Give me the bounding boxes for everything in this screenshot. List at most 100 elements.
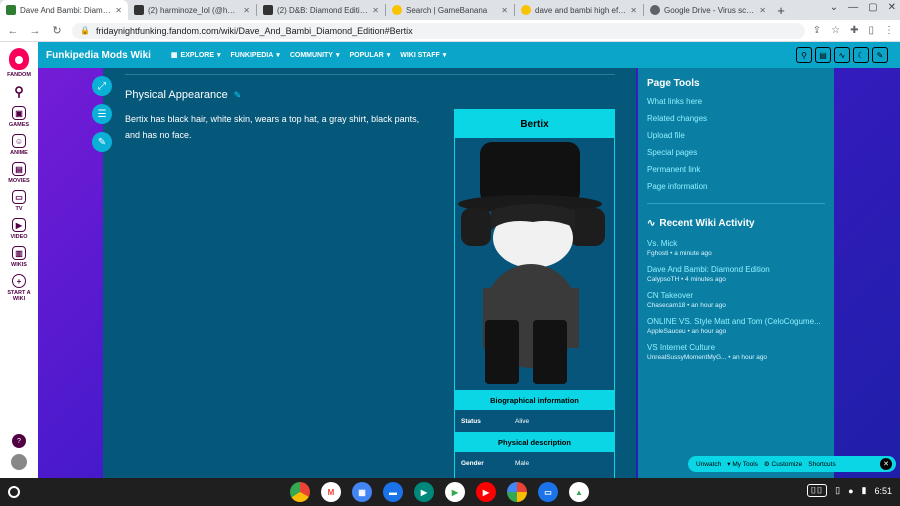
files-icon[interactable]: ▬ (383, 482, 403, 502)
drive-icon[interactable]: ▲ (569, 482, 589, 502)
edit-pencil-icon[interactable]: ✎ (872, 47, 888, 63)
link-upload-file[interactable]: Upload file (647, 131, 825, 140)
forward-arrow-icon[interactable]: → (28, 25, 42, 37)
fandom-home-link[interactable]: FANDOM (7, 48, 31, 78)
page-side-tools: ⤢ ☰ ✎ (92, 76, 112, 152)
new-tab-button[interactable]: + (772, 0, 790, 20)
infobox-key: Status (461, 417, 481, 425)
link-permanent-link[interactable]: Permanent link (647, 165, 825, 174)
gmail-icon[interactable]: M (321, 482, 341, 502)
wiki-search-icon[interactable]: ⚲ (796, 47, 812, 63)
menu-kebab-icon[interactable]: ⋮ (884, 25, 894, 36)
my-tools-label: My Tools (732, 461, 758, 468)
photos-icon[interactable] (507, 482, 527, 502)
close-tab-icon[interactable]: ✕ (630, 6, 637, 15)
activity-item[interactable]: ONLINE VS. Style Matt and Tom (CeloCogum… (647, 317, 825, 335)
youtube-icon[interactable]: ▶ (476, 482, 496, 502)
movies-icon: ▤ (12, 162, 26, 176)
lock-icon[interactable]: 🔒 (80, 26, 90, 35)
close-tab-icon[interactable]: ✕ (115, 6, 122, 15)
extensions-icon[interactable]: ✚ (850, 25, 858, 36)
tab-google-drive[interactable]: Google Drive - Virus scan w ✕ (644, 0, 772, 20)
chrome-icon[interactable] (290, 482, 310, 502)
rail-video[interactable]: ▶ VIDEO (10, 218, 28, 240)
character-image[interactable] (455, 138, 614, 390)
activity-title[interactable]: Vs. Mick (647, 239, 825, 248)
share-icon[interactable]: ⇪ (813, 25, 821, 36)
nav-popular[interactable]: POPULAR ▾ (350, 51, 391, 60)
side-panel-icon[interactable]: ▯ (868, 25, 874, 36)
article-paragraph: Bertix has black hair, white skin, wears… (125, 114, 420, 140)
rail-label: FANDOM (7, 72, 31, 78)
close-tab-icon[interactable]: ✕ (243, 6, 250, 15)
tab-gamebanana-search[interactable]: Search | GameBanana ✕ (386, 0, 514, 20)
rail-label: VIDEO (10, 234, 28, 240)
nav-explore[interactable]: ▦ EXPLORE ▾ (171, 51, 221, 60)
link-related-changes[interactable]: Related changes (647, 114, 825, 123)
unwatch-button[interactable]: Unwatch (696, 461, 721, 468)
tab-search-icon[interactable]: ⌄ (830, 2, 838, 13)
edit-section-icon[interactable]: ✎ (234, 90, 242, 101)
tab-dnb-diamond[interactable]: (2) D&B: Diamond Edition C ✕ (257, 0, 385, 20)
rail-anime[interactable]: ☺ ANIME (10, 134, 28, 156)
expand-icon[interactable]: ⤢ (92, 76, 112, 96)
close-tab-icon[interactable]: ✕ (501, 6, 508, 15)
rail-games[interactable]: ▣ GAMES (9, 106, 29, 128)
divider (125, 74, 615, 75)
discussions-icon[interactable]: ▤ (815, 47, 831, 63)
chevron-down-icon: ▾ (217, 52, 221, 59)
close-tab-icon[interactable]: ✕ (759, 6, 766, 15)
nav-funkipedia[interactable]: FUNKIPEDIA ▾ (231, 51, 280, 60)
phone-hub-icon[interactable]: ⌷▯ (806, 484, 828, 497)
rail-movies[interactable]: ▤ MOVIES (8, 162, 30, 184)
activity-item[interactable]: VS Internet Culture UnrealSussyMomentMyG… (647, 343, 825, 361)
link-what-links-here[interactable]: What links here (647, 97, 825, 106)
meet-icon[interactable]: ▶ (414, 482, 434, 502)
rail-tv[interactable]: ▭ TV (12, 190, 26, 212)
tab-dave-bambi-high-effort[interactable]: dave and bambi high effort ✕ (515, 0, 643, 20)
edit-icon[interactable]: ✎ (92, 132, 112, 152)
phone-icon[interactable]: ▯ (835, 485, 840, 496)
shortcuts-button[interactable]: Shortcuts (808, 461, 835, 468)
launcher-icon[interactable] (8, 486, 20, 498)
close-tab-icon[interactable]: ✕ (372, 6, 379, 15)
rail-start-wiki[interactable]: + START A WIKI (4, 274, 34, 302)
play-store-icon[interactable]: ▶ (445, 482, 465, 502)
tab-dave-and-bambi[interactable]: Dave And Bambi: Diamond ✕ (0, 0, 128, 20)
activity-item[interactable]: Vs. Mick Fghosti • a minute ago (647, 239, 825, 257)
tab-harminoze[interactable]: (2) harminoze_lol (@harmin ✕ (128, 0, 256, 20)
maximize-icon[interactable]: ▢ (868, 2, 877, 13)
activity-title[interactable]: VS Internet Culture (647, 343, 825, 352)
theme-toggle-icon[interactable]: ☾ (853, 47, 869, 63)
web-page: FANDOM ⚲ ▣ GAMES ☺ ANIME ▤ MOVIES ▭ TV ▶… (0, 42, 900, 478)
activity-title[interactable]: Dave And Bambi: Diamond Edition (647, 265, 825, 274)
search-button[interactable]: ⚲ (14, 84, 24, 100)
messages-icon[interactable]: ▭ (538, 482, 558, 502)
nav-community[interactable]: COMMUNITY ▾ (290, 51, 340, 60)
customize-button[interactable]: ⚙ Customize (764, 460, 802, 468)
bookmark-star-icon[interactable]: ☆ (831, 25, 840, 36)
activity-icon[interactable]: ∿ (834, 47, 850, 63)
my-tools-button[interactable]: ▾ My Tools (727, 460, 758, 468)
calendar-icon[interactable]: ▦ (352, 482, 372, 502)
reload-icon[interactable]: ↻ (50, 24, 64, 37)
close-toolbar-icon[interactable]: ✕ (880, 458, 892, 470)
user-avatar[interactable] (11, 454, 27, 470)
activity-title[interactable]: CN Takeover (647, 291, 825, 300)
activity-item[interactable]: CN Takeover Chasecam18 • an hour ago (647, 291, 825, 309)
back-arrow-icon[interactable]: ← (6, 25, 20, 37)
wiki-name-link[interactable]: Funkipedia Mods Wiki (46, 50, 151, 61)
activity-item[interactable]: Dave And Bambi: Diamond Edition CalypsoT… (647, 265, 825, 283)
minimize-icon[interactable]: — (848, 2, 858, 13)
table-of-contents-icon[interactable]: ☰ (92, 104, 112, 124)
link-special-pages[interactable]: Special pages (647, 148, 825, 157)
link-page-information[interactable]: Page information (647, 182, 825, 191)
address-bar[interactable]: 🔒 fridaynightfunking.fandom.com/wiki/Dav… (72, 22, 805, 39)
rail-wikis[interactable]: ▥ WIKIS (11, 246, 27, 268)
notifications-icon[interactable]: ? (12, 434, 26, 448)
close-window-icon[interactable]: ✕ (888, 2, 896, 13)
wifi-icon: ● (848, 485, 854, 496)
system-tray[interactable]: ⌷▯ ▯ ● ▮ 6:51 (806, 484, 892, 497)
nav-wiki-staff[interactable]: WIKI STAFF ▾ (400, 51, 446, 60)
activity-title[interactable]: ONLINE VS. Style Matt and Tom (CeloCogum… (647, 317, 825, 326)
